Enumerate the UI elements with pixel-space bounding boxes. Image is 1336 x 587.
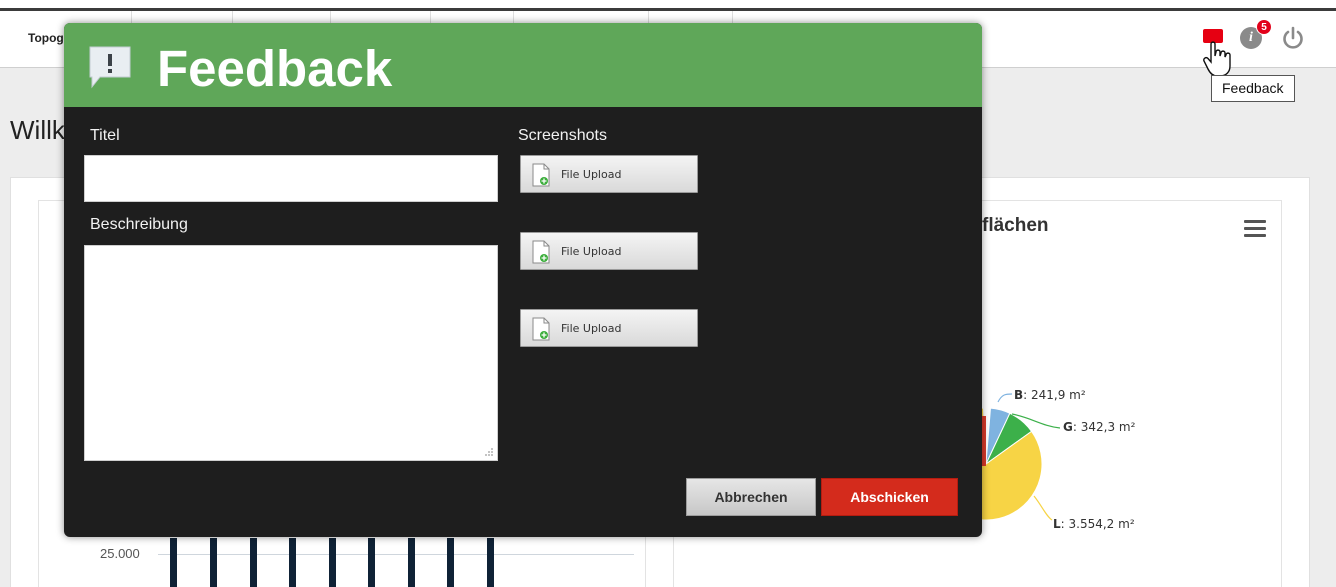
feedback-dialog: Feedback Titel Beschreibung Screenshots …	[64, 23, 982, 537]
file-add-icon	[532, 240, 550, 264]
bar	[170, 538, 177, 587]
bar	[487, 538, 494, 587]
bar	[250, 538, 257, 587]
pie-label-key: B	[1014, 388, 1024, 402]
bar	[447, 538, 454, 587]
pie-label-key: G	[1063, 420, 1073, 434]
file-upload-label: File Upload	[561, 322, 622, 335]
pie-leader-line	[1033, 495, 1053, 521]
power-icon[interactable]	[1280, 25, 1306, 51]
dialog-title: Feedback	[157, 40, 393, 97]
pie-label-key: L	[1053, 517, 1061, 531]
pie-slice-other	[982, 416, 986, 466]
chart-menu-icon[interactable]	[1244, 220, 1266, 238]
dialog-header: Feedback	[64, 23, 982, 107]
file-add-icon	[532, 317, 550, 341]
hand-cursor-icon	[1203, 41, 1231, 77]
bar	[329, 538, 336, 587]
pie-label-b: B: 241,9 m²	[1014, 388, 1086, 402]
titel-label: Titel	[90, 127, 120, 144]
titel-input[interactable]	[84, 155, 498, 202]
file-upload-label: File Upload	[561, 245, 622, 258]
bar	[210, 538, 217, 587]
bar	[368, 538, 375, 587]
pie-leader-line	[997, 393, 1013, 403]
pie-label-value: 3.554,2 m²	[1068, 517, 1135, 531]
speech-bubble-exclamation-icon	[89, 46, 131, 89]
resize-grip-icon[interactable]	[484, 447, 494, 457]
bar	[408, 538, 415, 587]
pie-label-value: 241,9 m²	[1031, 388, 1086, 402]
file-upload-button[interactable]: File Upload	[520, 232, 698, 270]
beschreibung-textarea[interactable]	[84, 245, 498, 461]
pie-chart	[982, 393, 1061, 521]
file-upload-button[interactable]: File Upload	[520, 155, 698, 193]
feedback-tooltip: Feedback	[1211, 75, 1295, 102]
notification-badge: 5	[1256, 19, 1272, 35]
pie-label-g: G: 342,3 m²	[1063, 420, 1136, 434]
submit-button[interactable]: Abschicken	[821, 478, 958, 516]
pie-label-value: 342,3 m²	[1080, 420, 1136, 434]
pie-label-l: L: 3.554,2 m²	[1053, 517, 1135, 531]
file-upload-button[interactable]: File Upload	[520, 309, 698, 347]
beschreibung-label: Beschreibung	[90, 216, 188, 233]
screenshots-label: Screenshots	[518, 127, 607, 144]
file-upload-label: File Upload	[561, 168, 622, 181]
y-gridline	[158, 554, 634, 555]
file-add-icon	[532, 163, 550, 187]
pie-chart-title: flächen	[982, 215, 1049, 236]
cancel-button[interactable]: Abbrechen	[686, 478, 816, 516]
y-axis-tick-label: 25.000	[100, 546, 140, 561]
top-strip	[0, 0, 1336, 8]
bar	[289, 538, 296, 587]
